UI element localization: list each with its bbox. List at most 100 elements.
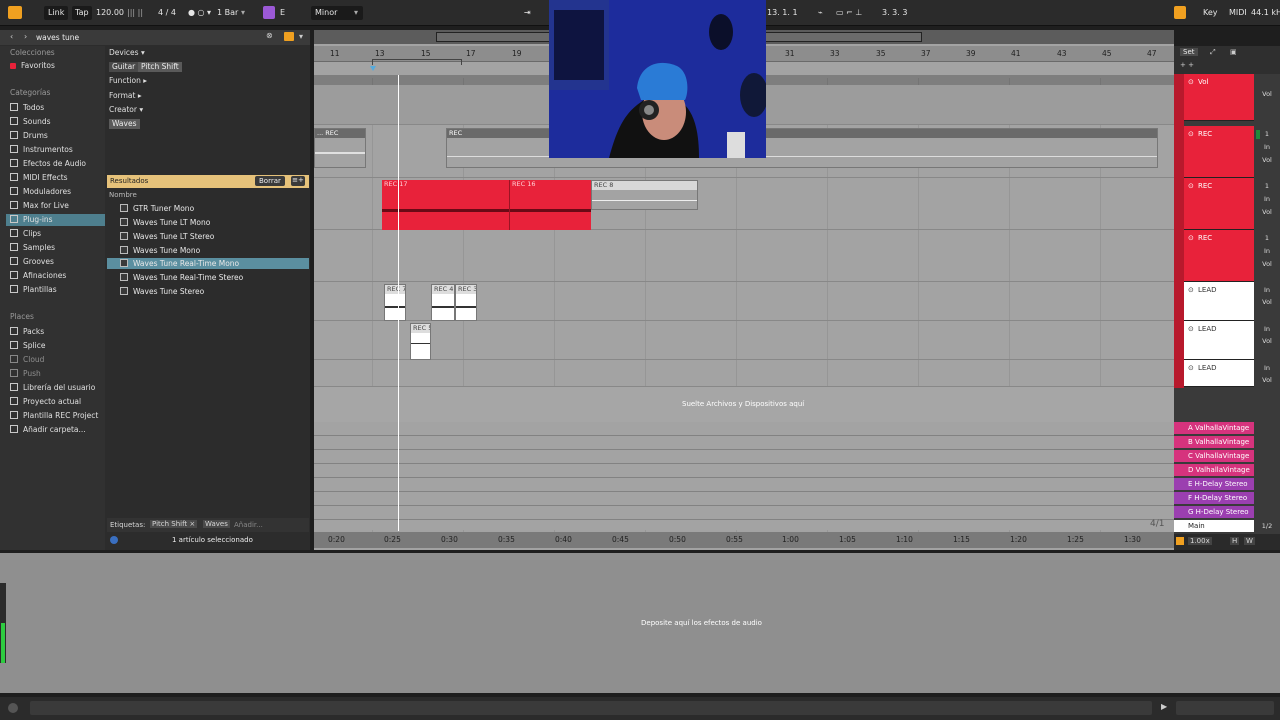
monitor-in-button[interactable]: In bbox=[1260, 247, 1274, 256]
search-options-icon[interactable] bbox=[284, 32, 294, 41]
sidebar-item-midi-effects[interactable]: MIDI Effects bbox=[10, 172, 68, 184]
chevron-icon[interactable]: ⊙ bbox=[1188, 78, 1194, 86]
track-header-vol[interactable]: ⊙ Vol bbox=[1184, 74, 1254, 121]
key-map-button[interactable]: Key bbox=[1203, 7, 1218, 19]
result-item[interactable]: Waves Tune LT Stereo bbox=[120, 231, 214, 242]
drop-zone[interactable]: Suelte Archivos y Dispositivos aquí bbox=[314, 387, 1174, 422]
start-marker-icon[interactable] bbox=[370, 66, 376, 71]
format-filter[interactable]: Format ▸ bbox=[109, 91, 142, 100]
clear-search-icon[interactable]: ⊗ bbox=[266, 31, 273, 40]
track-chevron-icon[interactable]: ⊙ bbox=[1188, 325, 1194, 333]
follow-icon[interactable]: ⇥ bbox=[524, 7, 531, 19]
metronome-icon[interactable]: ● ○ ▾ bbox=[188, 7, 211, 19]
return-track-e[interactable]: E H-Delay Stereo bbox=[1174, 478, 1254, 490]
clear-button[interactable]: Borrar bbox=[255, 176, 285, 186]
zoom-arrows-icon[interactable]: + + bbox=[1180, 61, 1194, 69]
audio-clip[interactable]: ... REC bbox=[314, 128, 366, 168]
loop-brace[interactable] bbox=[372, 59, 462, 65]
result-item[interactable]: Waves Tune Real-Time Stereo bbox=[120, 272, 243, 283]
track-chevron-icon[interactable]: ⊙ bbox=[1188, 182, 1194, 190]
monitor-in-button[interactable]: In bbox=[1260, 195, 1274, 204]
return-track-b[interactable]: B ValhallaVintage bbox=[1174, 436, 1254, 448]
return-track-d[interactable]: D ValhallaVintage bbox=[1174, 464, 1254, 476]
return-track-g[interactable]: G H-Delay Stereo bbox=[1174, 506, 1254, 518]
sidebar-item-splice[interactable]: Splice bbox=[10, 340, 45, 352]
track-lane[interactable] bbox=[314, 360, 1174, 387]
monitor-in-button[interactable]: In bbox=[1260, 143, 1274, 152]
sidebar-item-templates[interactable]: Plantillas bbox=[10, 284, 57, 296]
save-filter-icon[interactable]: ≡+ bbox=[291, 176, 305, 186]
track-header-rec-1[interactable]: ⊙ REC bbox=[1184, 126, 1254, 178]
sidebar-item-max-for-live[interactable]: Max for Live bbox=[10, 200, 69, 212]
loop-length[interactable]: 3. 3. 3 bbox=[882, 7, 907, 19]
quant-chevron-icon[interactable]: ▾ bbox=[241, 7, 245, 19]
w-button[interactable]: W bbox=[1244, 537, 1255, 545]
play-icon[interactable]: ▶ bbox=[1161, 702, 1167, 711]
audio-clip[interactable]: REC 4 bbox=[431, 284, 455, 321]
track-header-lead-1[interactable]: ⊙ LEAD bbox=[1184, 282, 1254, 321]
sidebar-item-modulators[interactable]: Moduladores bbox=[10, 186, 71, 198]
audio-clip[interactable]: REC 5 bbox=[410, 323, 431, 360]
sidebar-item-clips[interactable]: Clips bbox=[10, 228, 41, 240]
tag-pitch-shift[interactable]: Pitch Shift × bbox=[150, 520, 198, 528]
sidebar-item-user-library[interactable]: Librería del usuario bbox=[10, 382, 95, 394]
preview-icon[interactable] bbox=[110, 536, 118, 544]
meter-field[interactable]: 4 / 4 bbox=[158, 7, 176, 19]
sidebar-item-current-project[interactable]: Proyecto actual bbox=[10, 396, 81, 408]
audio-clip[interactable]: REC 3 bbox=[455, 284, 477, 321]
sidebar-item-cloud[interactable]: Cloud bbox=[10, 354, 44, 366]
link-button[interactable]: Link bbox=[48, 7, 64, 19]
sidebar-item-samples[interactable]: Samples bbox=[10, 242, 55, 254]
filter-tag-pitch-shift[interactable]: Pitch Shift bbox=[138, 62, 182, 72]
h-button[interactable]: H bbox=[1230, 537, 1240, 545]
track-chevron-icon[interactable]: ⊙ bbox=[1188, 364, 1194, 372]
tap-button[interactable]: Tap bbox=[75, 7, 89, 19]
result-item[interactable]: GTR Tuner Mono bbox=[120, 203, 194, 214]
name-column-header[interactable]: Nombre bbox=[109, 191, 137, 199]
midi-map-button[interactable]: MIDI bbox=[1229, 7, 1247, 19]
track-header-rec-3[interactable]: ⊙ REC bbox=[1184, 230, 1254, 282]
arrangement-position[interactable]: 13. 1. 1 bbox=[767, 7, 798, 19]
set-button[interactable]: Set bbox=[1180, 48, 1198, 56]
track-lane[interactable] bbox=[314, 230, 1174, 282]
sidebar-item-audio-effects[interactable]: Efectos de Audio bbox=[10, 158, 86, 170]
sidebar-item-sounds[interactable]: Sounds bbox=[10, 116, 51, 128]
punch-icon[interactable]: ▭ ⌐ ⊥ bbox=[836, 7, 862, 19]
sidebar-item-favorites[interactable]: Favoritos bbox=[10, 60, 55, 72]
time-ruler[interactable]: 0:20 0:25 0:30 0:35 0:40 0:45 0:50 0:55 … bbox=[314, 532, 1174, 548]
tempo-field[interactable]: 120.00 bbox=[96, 7, 124, 19]
auto-icon[interactable] bbox=[1176, 537, 1184, 545]
zoom-field[interactable]: 1.00x bbox=[1188, 537, 1212, 545]
device-view[interactable]: Deposite aquí los efectos de audio bbox=[0, 553, 1280, 693]
status-icon[interactable] bbox=[8, 703, 18, 713]
return-track-f[interactable]: F H-Delay Stereo bbox=[1174, 492, 1254, 504]
result-item[interactable]: Waves Tune Mono bbox=[120, 245, 200, 256]
sidebar-item-template-project[interactable]: Plantilla REC Project bbox=[10, 410, 98, 422]
audio-clip-selected[interactable]: REC 17 bbox=[382, 180, 509, 230]
sidebar-item-packs[interactable]: Packs bbox=[10, 326, 44, 338]
expand-icon[interactable]: ⤢ bbox=[1210, 48, 1216, 57]
function-filter[interactable]: Function ▸ bbox=[109, 76, 147, 85]
filter-tag-waves[interactable]: Waves bbox=[109, 119, 140, 129]
result-item-selected[interactable]: Waves Tune Real-Time Mono bbox=[107, 258, 309, 269]
creator-filter[interactable]: Creator ▾ bbox=[109, 105, 143, 114]
scale-select[interactable]: Minor bbox=[315, 7, 337, 19]
lock-icon[interactable]: ▣ bbox=[1230, 48, 1237, 56]
scale-mode-icon[interactable] bbox=[263, 6, 275, 19]
track-chevron-icon[interactable]: ⊙ bbox=[1188, 130, 1194, 138]
quantization-select[interactable]: 1 Bar bbox=[217, 7, 238, 19]
monitor-in-button[interactable]: In bbox=[1260, 325, 1274, 334]
audio-clip[interactable]: REC 8 bbox=[591, 180, 698, 210]
filter-tag-guitar[interactable]: Guitar bbox=[109, 62, 139, 72]
track-chevron-icon[interactable]: ⊙ bbox=[1188, 234, 1194, 242]
draw-mode-icon[interactable] bbox=[1174, 6, 1186, 19]
sidebar-item-all[interactable]: Todos bbox=[10, 102, 44, 114]
forward-icon[interactable]: › bbox=[24, 32, 27, 41]
sidebar-item-drums[interactable]: Drums bbox=[10, 130, 48, 142]
devices-filter[interactable]: Devices ▾ bbox=[109, 48, 145, 57]
sidebar-item-plugins[interactable]: Plug-ins bbox=[6, 214, 105, 226]
sidebar-item-push[interactable]: Push bbox=[10, 368, 41, 380]
track-header-lead-3[interactable]: ⊙ LEAD bbox=[1184, 360, 1254, 387]
nudge-icon[interactable]: ||| || bbox=[127, 7, 143, 19]
return-track-c[interactable]: C ValhallaVintage bbox=[1174, 450, 1254, 462]
